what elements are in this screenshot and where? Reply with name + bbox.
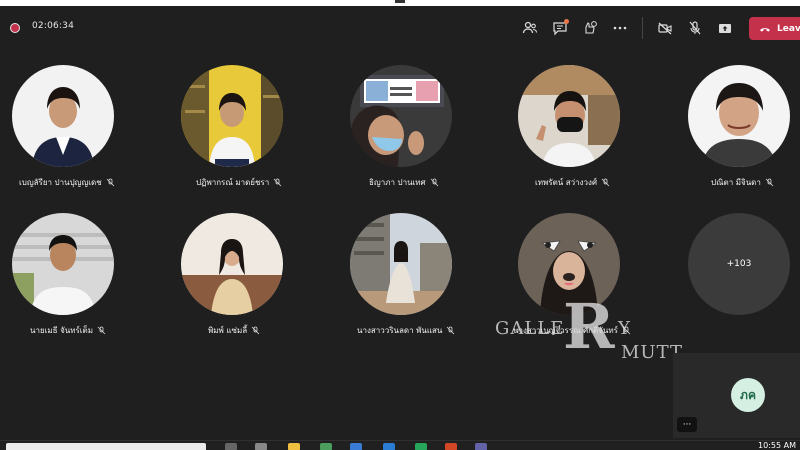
mic-muted-icon (447, 326, 455, 335)
participant-name-tag: ธิญาภา ปานเทศ (369, 176, 439, 189)
participant-avatar[interactable] (12, 213, 114, 315)
mic-muted-icon (273, 178, 282, 187)
recording-indicator-icon (10, 23, 20, 33)
mic-muted-icon (430, 178, 438, 187)
participant-avatar[interactable] (688, 65, 790, 167)
taskbar-app-icon[interactable] (320, 443, 332, 450)
participant-name: พิมพ์ แซ่มลี้ (208, 326, 248, 335)
participant-name-tag: นางสาววรินลดา พันแสน (357, 324, 455, 337)
mic-muted-icon (765, 178, 774, 187)
mic-muted-icon (601, 178, 610, 187)
task-view-icon[interactable] (225, 443, 237, 450)
participant-avatar[interactable] (350, 65, 452, 167)
self-avatar[interactable]: ภค (731, 378, 765, 412)
participant-name-tag: ปฏิพากรณ์ มาดย์ชรา (196, 176, 282, 189)
edge-icon[interactable] (350, 443, 362, 450)
mic-muted-icon (97, 326, 106, 335)
participant-avatar[interactable] (181, 65, 283, 167)
powerpoint-icon[interactable] (445, 443, 457, 450)
participant-name-tag: พิมพ์ แซ่มลี้ (208, 324, 260, 337)
participant-name-tag: ปณิตา มีจินดา (711, 176, 774, 189)
participant-name-tag: เบญลัรียา ปานปุญญเดช (19, 176, 115, 189)
participant-name: เบญลัรียา ปานปุญญเดช (19, 178, 102, 187)
meeting-toolbar: 02:06:34 Leave (0, 6, 800, 48)
participant-name: นายเมธี จันทร์เต็ม (30, 326, 94, 335)
toolbar-divider (642, 17, 643, 39)
participant-name-tag: นายเมธี จันทร์เต็ม (30, 324, 106, 337)
camera-toggle-button[interactable] (655, 18, 675, 38)
meeting-timer: 02:06:34 (32, 21, 75, 31)
mic-off-icon (689, 21, 701, 35)
participant-name: ปณิตา มีจินดา (711, 178, 761, 187)
line-icon[interactable] (415, 443, 427, 450)
reactions-icon (585, 21, 597, 34)
chat-button[interactable] (550, 18, 570, 38)
participant-avatar[interactable] (518, 65, 620, 167)
mic-muted-icon (106, 178, 114, 187)
taskbar-search-box[interactable] (6, 443, 206, 450)
participant-name-tag: เทพรัตน์ สว่างวงศ์ (535, 176, 610, 189)
taskbar-app-icon[interactable] (255, 443, 267, 450)
word-icon[interactable] (383, 443, 395, 450)
mic-muted-icon (251, 326, 260, 335)
participant-name: นางสาววรินลดา พันแสน (357, 326, 443, 335)
teams-icon[interactable] (475, 443, 487, 450)
self-view-more-button[interactable]: ··· (677, 417, 697, 432)
file-explorer-icon[interactable] (288, 443, 300, 450)
share-button[interactable] (715, 18, 735, 38)
participant-name: เทพรัตน์ สว่างวงศ์ (535, 178, 598, 187)
share-icon (719, 24, 731, 33)
participant-avatar[interactable] (181, 213, 283, 315)
people-button[interactable] (520, 18, 540, 38)
watermark-letter: R (563, 290, 615, 363)
watermark-text: Y (618, 318, 630, 339)
participant-avatar[interactable] (12, 65, 114, 167)
more-icon (613, 26, 627, 30)
chat-badge (564, 19, 569, 24)
phone-icon (760, 27, 770, 32)
windows-taskbar: 10:55 AM (0, 440, 800, 450)
camera-off-icon (658, 22, 672, 35)
watermark-text: GALLE (495, 318, 565, 339)
more-participants-count: +103 (726, 259, 752, 269)
leave-button[interactable]: Leave (749, 17, 800, 40)
leave-label: Leave (777, 23, 800, 34)
taskbar-clock: 10:55 AM (758, 441, 796, 450)
mic-toggle-button[interactable] (685, 18, 705, 38)
reactions-button[interactable] (580, 18, 600, 38)
more-actions-button[interactable] (610, 18, 630, 38)
participant-avatar[interactable] (350, 213, 452, 315)
people-icon (522, 21, 538, 34)
participant-name: ปฏิพากรณ์ มาดย์ชรา (196, 178, 270, 187)
participant-name: ธิญาภา ปานเทศ (369, 178, 426, 187)
